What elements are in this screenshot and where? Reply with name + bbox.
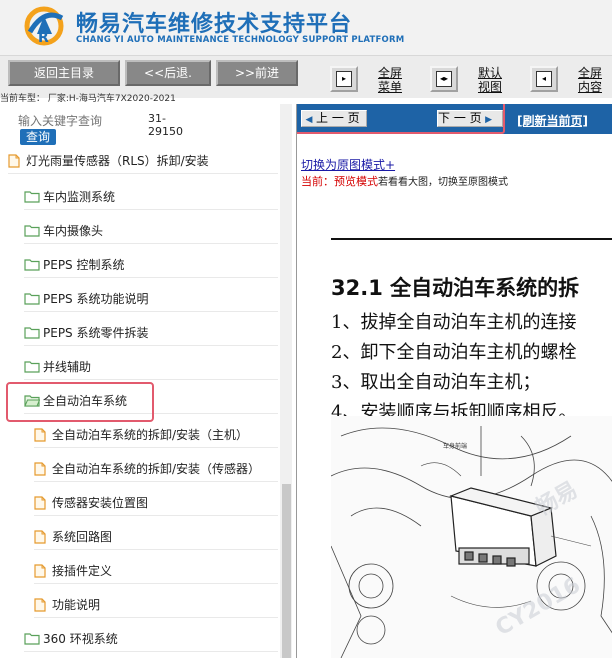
tree-item-label: 传感器安装位置图 (52, 496, 149, 510)
tree-item-label: 接插件定义 (52, 564, 113, 578)
parking-module-diagram: 车身前端 畅易 CY2016 (331, 416, 612, 658)
app-header: R 畅易汽车维修技术支持平台 CHANG YI AUTO MAINTENANCE… (0, 0, 612, 56)
tree-item[interactable]: PEPS 系统零件拆装 (24, 320, 278, 346)
svg-text:R: R (38, 30, 49, 46)
tree-item-label: 灯光雨量传感器（RLS）拆卸/安装 (26, 154, 209, 168)
scrollbar-thumb[interactable] (282, 484, 291, 658)
tree-item[interactable]: 功能说明 (34, 592, 278, 618)
document-icon (34, 461, 46, 476)
mode-name: 预览模式 (334, 175, 378, 188)
doc-code-line2: 29150 (148, 125, 183, 138)
document-icon (34, 495, 46, 510)
brand-subtitle: CHANG YI AUTO MAINTENANCE TECHNOLOGY SUP… (76, 35, 405, 45)
folder-icon (24, 326, 40, 339)
tree-item[interactable]: 车内摄像头 (24, 218, 278, 244)
document-icon (8, 153, 20, 168)
content-panel: ◀ 上 一 页 下 一 页 ▶ [刷新当前页] 切换为原图模式+ 当前：预览模式若看… (296, 104, 612, 658)
tree-item[interactable]: 并线辅助 (24, 354, 278, 380)
tree-item-label: 系统回路图 (52, 530, 113, 544)
fullscreen-menu-link[interactable]: 全屏 菜单 (376, 66, 404, 94)
document-view: 32.1 全自动泊车系统的拆 1、拔掉全自动泊车主机的连接 2、卸下全自动泊车主… (297, 192, 612, 658)
refresh-link[interactable]: [刷新当前页] (517, 112, 588, 129)
mode-status: 当前：预览模式若看看大图，切换至原图模式 (301, 173, 508, 189)
tree-item[interactable]: 360 环视系统 (24, 626, 278, 652)
folder-icon (24, 258, 40, 271)
search-button[interactable]: 查询 (20, 129, 57, 145)
folder-open-icon (24, 394, 41, 407)
tree-item-label: 车内监测系统 (43, 190, 116, 204)
prev-page-label: 上 一 页 (316, 111, 360, 125)
tree-item[interactable]: 全自动泊车系统的拆卸/安装（传感器） (34, 456, 278, 482)
folder-icon (24, 224, 40, 237)
tree-item-label: 车内摄像头 (43, 224, 104, 238)
document-icon (34, 529, 46, 544)
brand-title: 畅易汽车维修技术支持平台 (76, 12, 353, 37)
folder-icon (24, 632, 40, 645)
folder-icon (24, 360, 40, 373)
tree-item-label: PEPS 系统零件拆装 (43, 326, 149, 340)
document-heading: 32.1 全自动泊车系统的拆 (331, 276, 580, 300)
folder-icon (24, 190, 40, 203)
tree-item-label: PEPS 系统功能说明 (43, 292, 149, 306)
home-button[interactable]: 返回主目录 (8, 60, 120, 86)
mode-current-label: 当前： (301, 175, 334, 188)
next-arrow-icon: ▶ (485, 115, 493, 125)
sidebar: 查询 31- 29150 灯光雨量传感器（RLS）拆卸/安装车内监测系统车内摄像… (0, 104, 292, 658)
mode-hint: 若看看大图，切换至原图模式 (378, 177, 508, 188)
tree-item-label: 功能说明 (52, 598, 101, 612)
tree-item[interactable]: 车内监测系统 (24, 184, 278, 210)
pager-bar: ◀ 上 一 页 下 一 页 ▶ [刷新当前页] (297, 104, 612, 134)
fullscreen-content-link[interactable]: 全屏 内容 (576, 66, 604, 94)
fullscreen-menu-icon[interactable]: ▸ (330, 66, 358, 92)
doc-code: 31- 29150 (148, 112, 183, 138)
document-step-1: 1、拔掉全自动泊车主机的连接 (331, 312, 577, 333)
fullscreen-content-icon[interactable]: ◂ (530, 66, 558, 92)
tree-item-label: 并线辅助 (43, 360, 92, 374)
tree-item[interactable]: 系统回路图 (34, 524, 278, 550)
forward-button[interactable]: >>前进 (216, 60, 298, 86)
tree-item[interactable]: 全自动泊车系统的拆卸/安装（主机） (34, 422, 278, 448)
logo-icon: R (24, 6, 64, 46)
document-rule (331, 238, 612, 240)
next-page-button[interactable]: 下 一 页 ▶ (437, 110, 503, 127)
default-view-link[interactable]: 默认 视图 (476, 66, 504, 94)
svg-text:车身前端: 车身前端 (443, 442, 467, 450)
tree-view: 查询 31- 29150 灯光雨量传感器（RLS）拆卸/安装车内监测系统车内摄像… (0, 104, 278, 658)
document-icon (34, 563, 46, 578)
document-icon (34, 597, 46, 612)
tree-item[interactable]: PEPS 控制系统 (24, 252, 278, 278)
document-step-2: 2、卸下全自动泊车主机的螺栓 (331, 342, 577, 363)
document-step-3: 3、取出全自动泊车主机； (331, 372, 541, 393)
search-input[interactable] (18, 114, 138, 128)
default-view-icon[interactable]: ◂▸ (430, 66, 458, 92)
switch-mode-link[interactable]: 切换为原图模式+ (301, 156, 395, 173)
tree-item-label: 360 环视系统 (43, 632, 118, 646)
next-page-label: 下 一 页 (438, 111, 482, 125)
back-button[interactable]: <<后退. (125, 60, 211, 86)
document-icon (34, 427, 46, 442)
tree-item[interactable]: 接插件定义 (34, 558, 278, 584)
car-model-label: 当前车型： 厂家:H-海马汽车7X2020-2021 (0, 94, 176, 104)
tree-item-label: PEPS 控制系统 (43, 258, 125, 272)
sidebar-scrollbar[interactable] (280, 104, 292, 658)
prev-arrow-icon: ◀ (305, 115, 313, 125)
tree-item[interactable]: 全自动泊车系统 (24, 388, 278, 414)
prev-page-button[interactable]: ◀ 上 一 页 (301, 110, 367, 127)
folder-icon (24, 292, 40, 305)
tree-item[interactable]: 传感器安装位置图 (34, 490, 278, 516)
tree-item-label: 全自动泊车系统的拆卸/安装（主机） (52, 428, 249, 442)
tree-item[interactable]: 灯光雨量传感器（RLS）拆卸/安装 (8, 148, 278, 174)
toolbar: 返回主目录 <<后退. >>前进 ▸ 全屏 菜单 ◂▸ 默认 视图 ◂ 全屏 内… (0, 56, 612, 104)
doc-code-line1: 31- (148, 112, 166, 125)
tree-item-label: 全自动泊车系统的拆卸/安装（传感器） (52, 462, 261, 476)
tree-item[interactable]: PEPS 系统功能说明 (24, 286, 278, 312)
tree-item-label: 全自动泊车系统 (43, 394, 128, 408)
